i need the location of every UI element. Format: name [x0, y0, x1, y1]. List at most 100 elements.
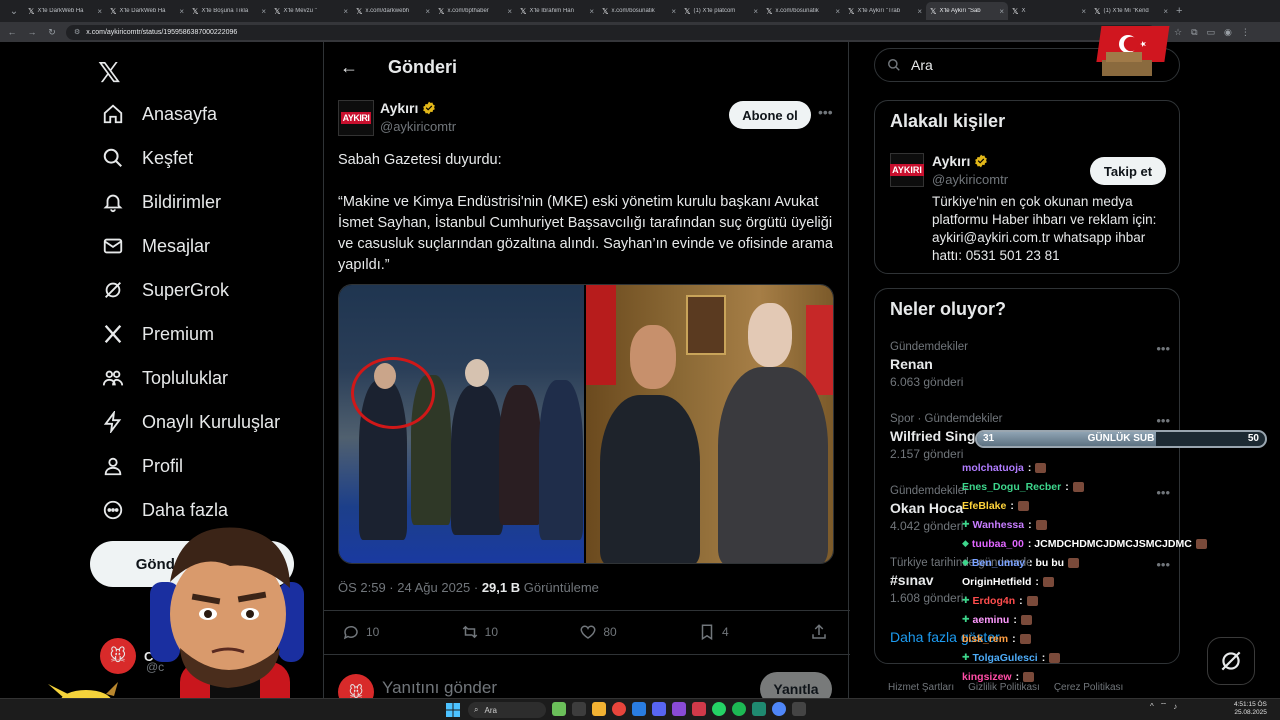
- follow-button[interactable]: Takip et: [1090, 157, 1166, 185]
- browser-tab[interactable]: 𝕏x.com/bpthaber ×: [434, 2, 516, 20]
- grok-button[interactable]: [1207, 637, 1255, 685]
- search-input[interactable]: Ara: [911, 57, 933, 73]
- back-icon[interactable]: ←: [6, 27, 18, 37]
- browser-tab[interactable]: 𝕏x.com/darkwebh ×: [352, 2, 434, 20]
- site-info-icon[interactable]: ⚙: [74, 28, 80, 36]
- browser-tab[interactable]: 𝕏 X'te DarkWeb Ha ×: [24, 2, 106, 20]
- close-tab-icon[interactable]: ×: [507, 7, 512, 16]
- menu-icon[interactable]: ⋮: [1241, 27, 1250, 38]
- photo-portrait[interactable]: [586, 285, 833, 563]
- nav-item-topluluklar[interactable]: Topluluklar: [88, 356, 280, 400]
- chat-username: Erdog4n: [972, 594, 1016, 607]
- taskbar-search-text: Ara: [484, 705, 497, 715]
- nav-item-premium[interactable]: Premium: [88, 312, 280, 356]
- reply-action[interactable]: 10: [342, 623, 379, 641]
- reload-icon[interactable]: ↻: [46, 27, 58, 38]
- browser-tab[interactable]: 𝕏 X'te Boşuna Tıkla ×: [188, 2, 270, 20]
- browser-tab[interactable]: 𝕏 X'te Mevzu " ×: [270, 2, 352, 20]
- whatsapp-icon[interactable]: [712, 702, 726, 716]
- photo-exhibition[interactable]: [339, 285, 585, 563]
- app-icon[interactable]: [792, 702, 806, 716]
- back-arrow-icon[interactable]: ←: [340, 57, 370, 78]
- close-tab-icon[interactable]: ×: [1163, 7, 1168, 16]
- footer-link[interactable]: Hizmet Şartları: [888, 682, 954, 693]
- like-action[interactable]: 80: [579, 623, 617, 641]
- profile-icon[interactable]: ◉: [1224, 27, 1232, 38]
- taskbar-search[interactable]: ⌕ Ara: [468, 702, 546, 718]
- discord-icon[interactable]: [652, 702, 666, 716]
- chrome-icon[interactable]: [772, 702, 786, 716]
- close-tab-icon[interactable]: ×: [753, 7, 758, 16]
- spotify-icon[interactable]: [732, 702, 746, 716]
- extensions-icon[interactable]: ⧉: [1191, 27, 1197, 38]
- tweet-media[interactable]: [338, 284, 834, 564]
- related-handle[interactable]: @aykiricomtr: [932, 172, 1008, 187]
- related-name[interactable]: Aykırı: [932, 153, 988, 169]
- browser-tab[interactable]: 𝕏x.com/bosunatik ×: [762, 2, 844, 20]
- close-tab-icon[interactable]: ×: [261, 7, 266, 16]
- nav-item-anasayfa[interactable]: Anasayfa: [88, 92, 280, 136]
- close-tab-icon[interactable]: ×: [835, 7, 840, 16]
- task-view-icon[interactable]: [572, 702, 586, 716]
- nav-item-profil[interactable]: Profil: [88, 444, 280, 488]
- tweet-timestamp[interactable]: ÖS 2:59 · 24 Ağu 2025 ·: [338, 580, 482, 595]
- nav-item-supergrok[interactable]: SuperGrok: [88, 268, 280, 312]
- tab-search-icon[interactable]: ⌄: [4, 2, 24, 20]
- more-dots-icon[interactable]: •••: [1156, 341, 1170, 356]
- nav-item-bildirimler[interactable]: Bildirimler: [88, 180, 280, 224]
- bookmark-action[interactable]: 4: [698, 623, 729, 641]
- file-explorer-icon[interactable]: [592, 702, 606, 716]
- address-bar[interactable]: ⚙ x.com/aykiricomtr/status/1959586387000…: [66, 24, 1156, 40]
- app-icon[interactable]: [552, 702, 566, 716]
- close-tab-icon[interactable]: ×: [999, 7, 1004, 16]
- repost-action[interactable]: 10: [461, 623, 498, 641]
- chevron-up-icon[interactable]: ^: [1150, 702, 1154, 711]
- close-tab-icon[interactable]: ×: [343, 7, 348, 16]
- close-tab-icon[interactable]: ×: [671, 7, 676, 16]
- browser-tab[interactable]: 𝕏 X ×: [1008, 2, 1090, 20]
- x-favicon-icon: 𝕏: [274, 6, 281, 16]
- close-tab-icon[interactable]: ×: [97, 7, 102, 16]
- browser-tab[interactable]: 𝕏 X'te İbrahim Han ×: [516, 2, 598, 20]
- nav-item-onayl-kurulu-lar[interactable]: Onaylı Kuruluşlar: [88, 400, 280, 444]
- chat-username: TolgaGulesci: [972, 651, 1038, 664]
- browser-tab[interactable]: 𝕏 X'te DarkWeb Ha ×: [106, 2, 188, 20]
- nav-item-mesajlar[interactable]: Mesajlar: [88, 224, 280, 268]
- more-dots-icon[interactable]: •••: [818, 104, 833, 120]
- forward-icon[interactable]: →: [26, 27, 38, 37]
- sidebar-icon[interactable]: ▭: [1207, 27, 1216, 38]
- author-name[interactable]: Aykırı: [380, 100, 436, 116]
- author-avatar[interactable]: AYKIRI: [338, 100, 374, 136]
- close-tab-icon[interactable]: ×: [589, 7, 594, 16]
- edge-icon[interactable]: [632, 702, 646, 716]
- network-icon[interactable]: ⌔: [1160, 701, 1168, 711]
- subscribe-button[interactable]: Abone ol: [729, 101, 811, 129]
- x-logo-icon[interactable]: 𝕏: [98, 56, 121, 89]
- reply-input[interactable]: Yanıtını gönder: [382, 678, 497, 698]
- chrome-icon[interactable]: [612, 702, 626, 716]
- related-avatar[interactable]: AYKIRI: [890, 153, 924, 187]
- trend-item[interactable]: Gündemdekiler Renan 6.063 gönderi •••: [890, 341, 1170, 389]
- close-tab-icon[interactable]: ×: [179, 7, 184, 16]
- app-icon[interactable]: [692, 702, 706, 716]
- browser-tab[interactable]: 𝕏x.com/bosunatik ×: [598, 2, 680, 20]
- volume-icon[interactable]: ♪: [1173, 702, 1177, 711]
- close-tab-icon[interactable]: ×: [425, 7, 430, 16]
- new-tab-button[interactable]: +: [1176, 5, 1182, 17]
- chat-username: tuubaa_00: [971, 537, 1024, 550]
- author-handle[interactable]: @aykiricomtr: [380, 119, 456, 134]
- more-dots-icon[interactable]: •••: [1156, 413, 1170, 428]
- close-tab-icon[interactable]: ×: [1081, 7, 1086, 16]
- obs-icon[interactable]: [672, 702, 686, 716]
- browser-tab[interactable]: 𝕏 (1) X'te Mı "Kend ×: [1090, 2, 1172, 20]
- share-action[interactable]: [810, 623, 828, 641]
- browser-tab[interactable]: 𝕏 (1) X'te platcom ×: [680, 2, 762, 20]
- close-tab-icon[interactable]: ×: [917, 7, 922, 16]
- nav-item-ke-fet[interactable]: Keşfet: [88, 136, 280, 180]
- taskbar-clock[interactable]: 4:51:15 ÖS 25.08.2025: [1234, 701, 1267, 717]
- browser-tab[interactable]: 𝕏 X'te Aykırı "Trab ×: [844, 2, 926, 20]
- views-label: Görüntüleme: [520, 580, 599, 595]
- windows-start-icon[interactable]: [446, 703, 460, 717]
- app-icon[interactable]: [752, 702, 766, 716]
- browser-tab[interactable]: 𝕏 X'te Aykırı "Sab ×: [926, 2, 1008, 20]
